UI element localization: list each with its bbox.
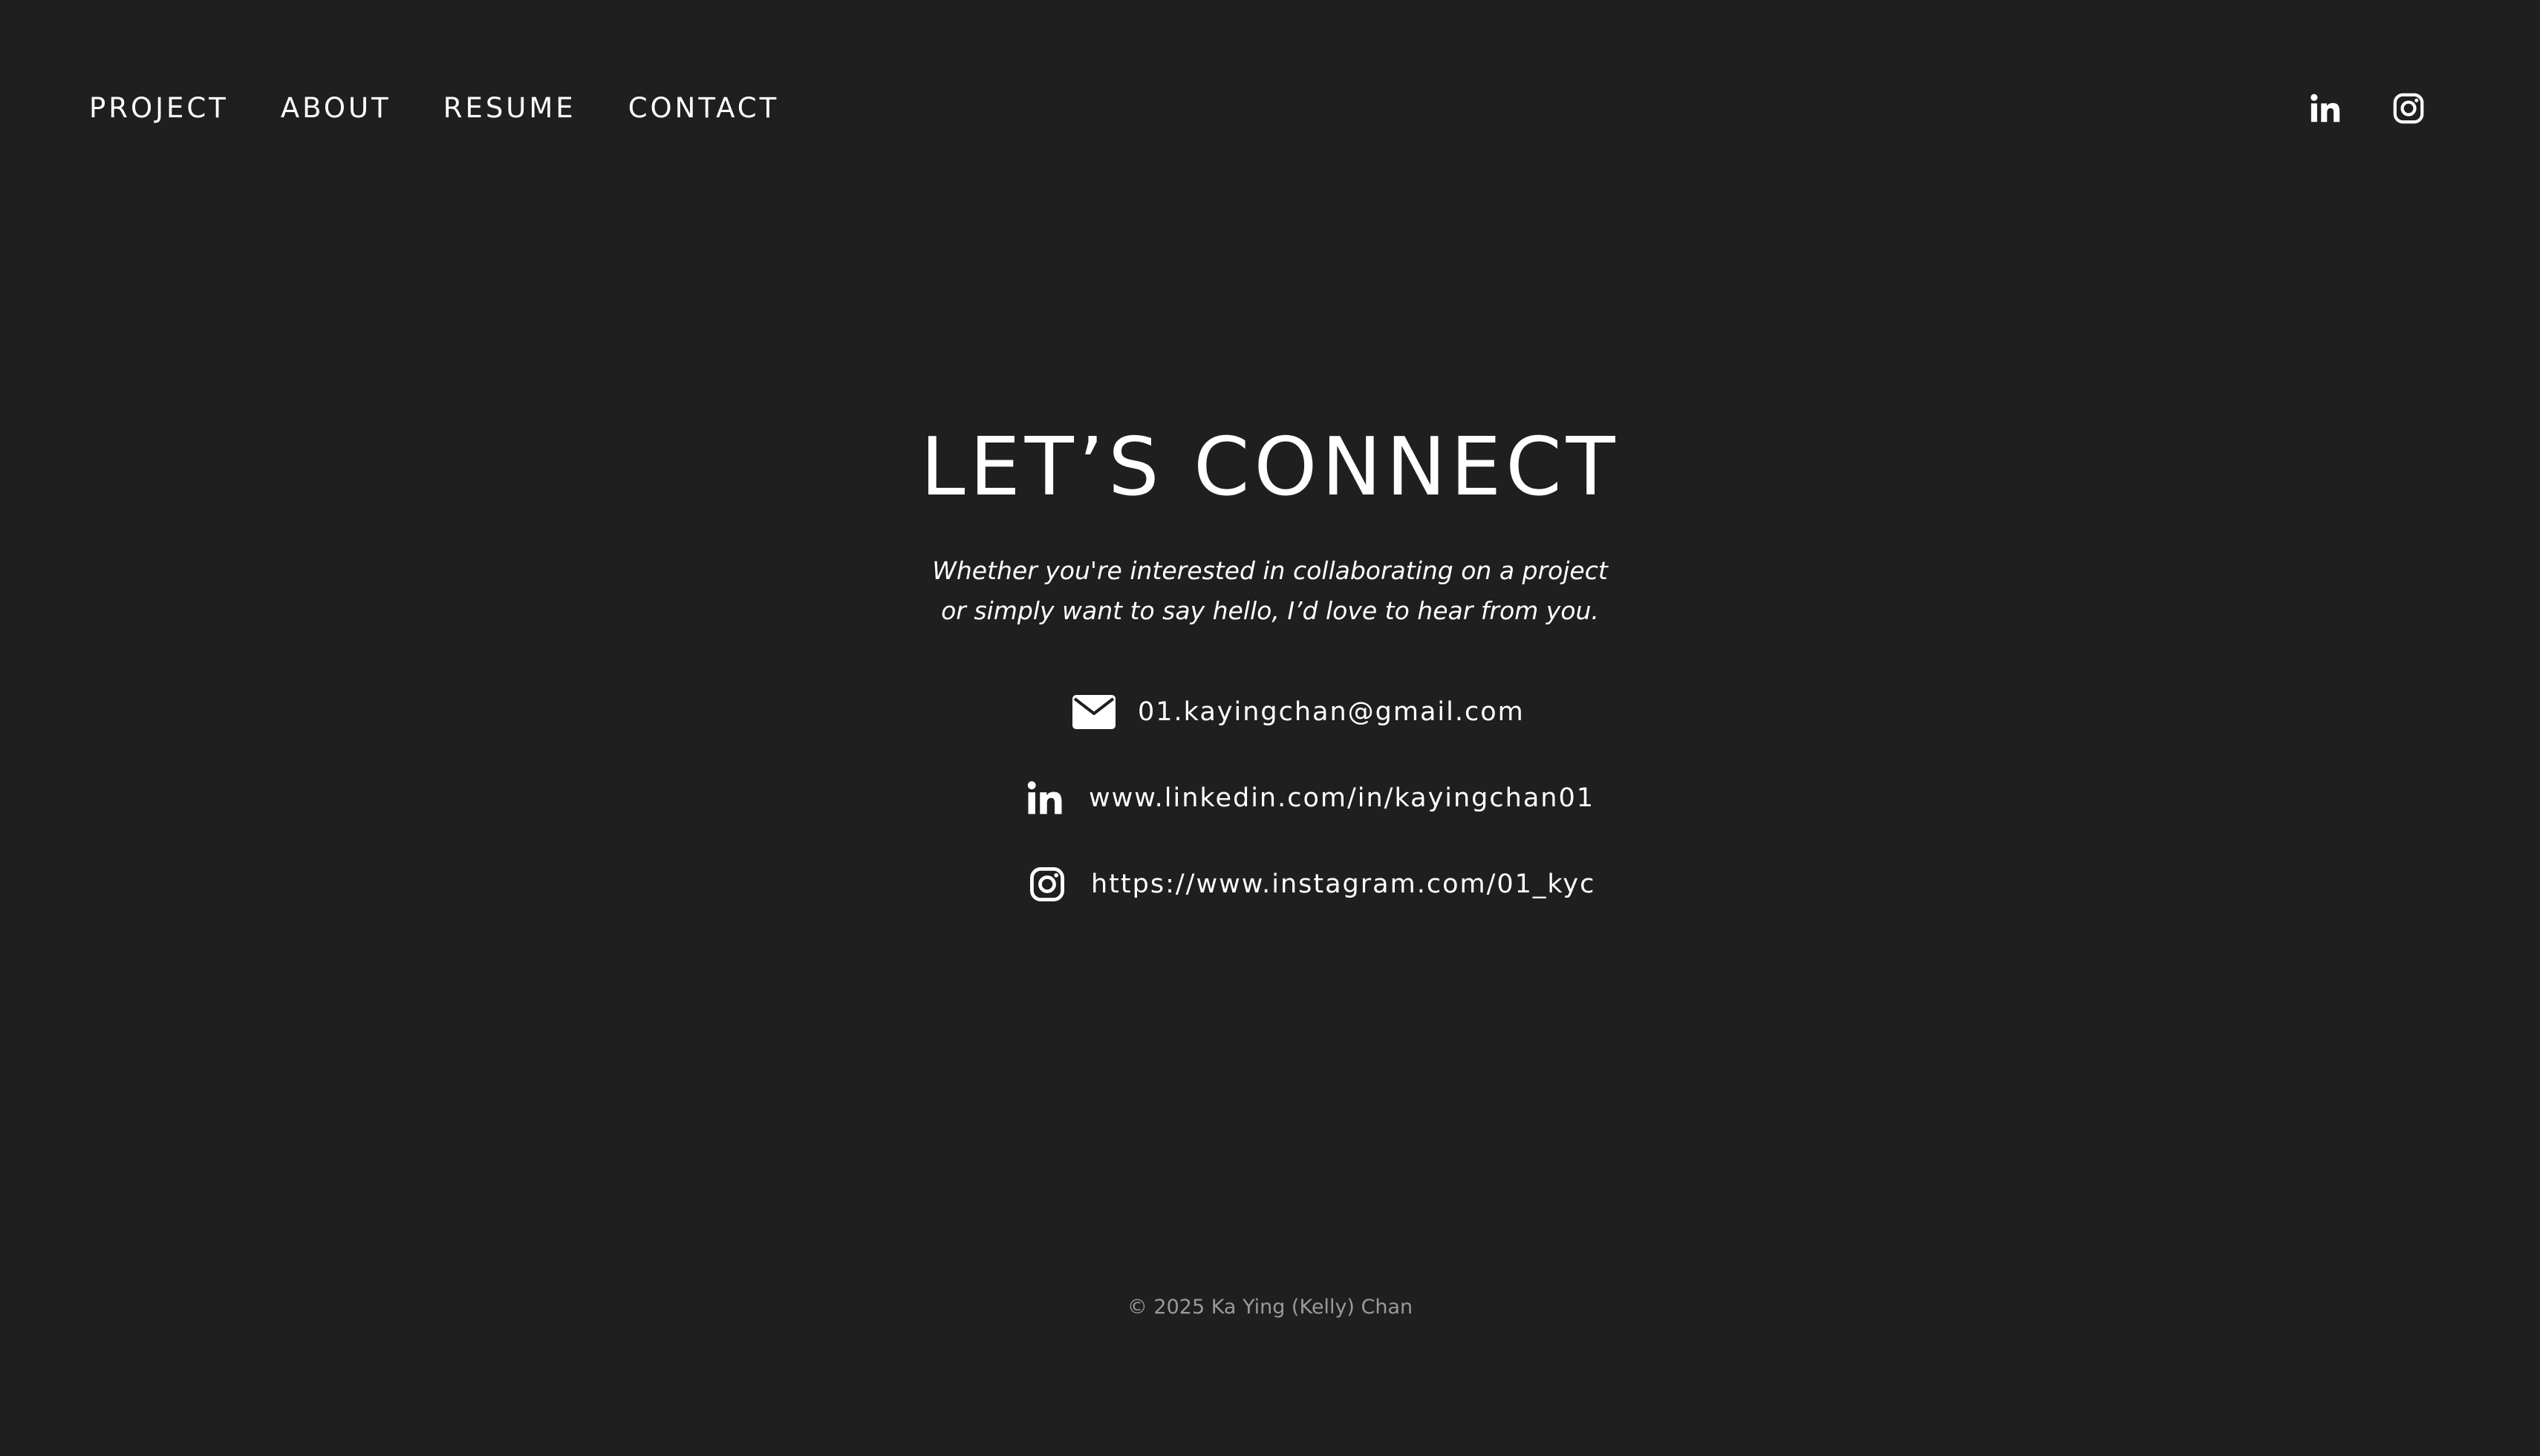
subtitle-line-1: Whether you're interested in collaborati… xyxy=(932,556,1608,585)
subtitle-line-2: or simply want to say hello, I’d love to… xyxy=(941,596,1599,625)
nav-item-project[interactable]: PROJECT xyxy=(89,88,229,129)
contact-linkedin-text: www.linkedin.com/in/kayingchan01 xyxy=(1089,783,1595,813)
contact-linkedin[interactable]: www.linkedin.com/in/kayingchan01 xyxy=(1023,777,1595,820)
contact-instagram-text: https://www.instagram.com/01_kyc xyxy=(1091,869,1596,899)
contact-email-text: 01.kayingchan@gmail.com xyxy=(1138,697,1525,727)
instagram-icon xyxy=(2393,93,2424,124)
footer: © 2025 Ka Ying (Kelly) Chan xyxy=(0,1296,2540,1319)
page-title: LET’S CONNECT xyxy=(920,421,1620,514)
contact-email[interactable]: 01.kayingchan@gmail.com xyxy=(1072,691,1525,734)
header-linkedin-link[interactable] xyxy=(2307,88,2344,129)
page: PROJECT ABOUT RESUME CONTACT LET’S CONNE… xyxy=(0,0,2540,1456)
footer-copyright: © 2025 Ka Ying (Kelly) Chan xyxy=(1127,1296,1413,1319)
page-subtitle: Whether you're interested in collaborati… xyxy=(0,551,2540,631)
nav-item-contact[interactable]: CONTACT xyxy=(628,88,779,129)
nav-item-resume[interactable]: RESUME xyxy=(443,88,576,129)
nav-item-about[interactable]: ABOUT xyxy=(281,88,391,129)
contact-instagram[interactable]: https://www.instagram.com/01_kyc xyxy=(1026,863,1595,906)
linkedin-icon xyxy=(1023,777,1067,820)
instagram-icon xyxy=(1026,863,1069,906)
linkedin-icon xyxy=(2311,94,2340,123)
mail-icon xyxy=(1072,691,1116,734)
contact-hero: LET’S CONNECT Whether you're interested … xyxy=(0,416,2540,631)
header-social-links xyxy=(2307,88,2427,129)
top-nav: PROJECT ABOUT RESUME CONTACT xyxy=(89,88,779,129)
header-instagram-link[interactable] xyxy=(2390,88,2427,129)
